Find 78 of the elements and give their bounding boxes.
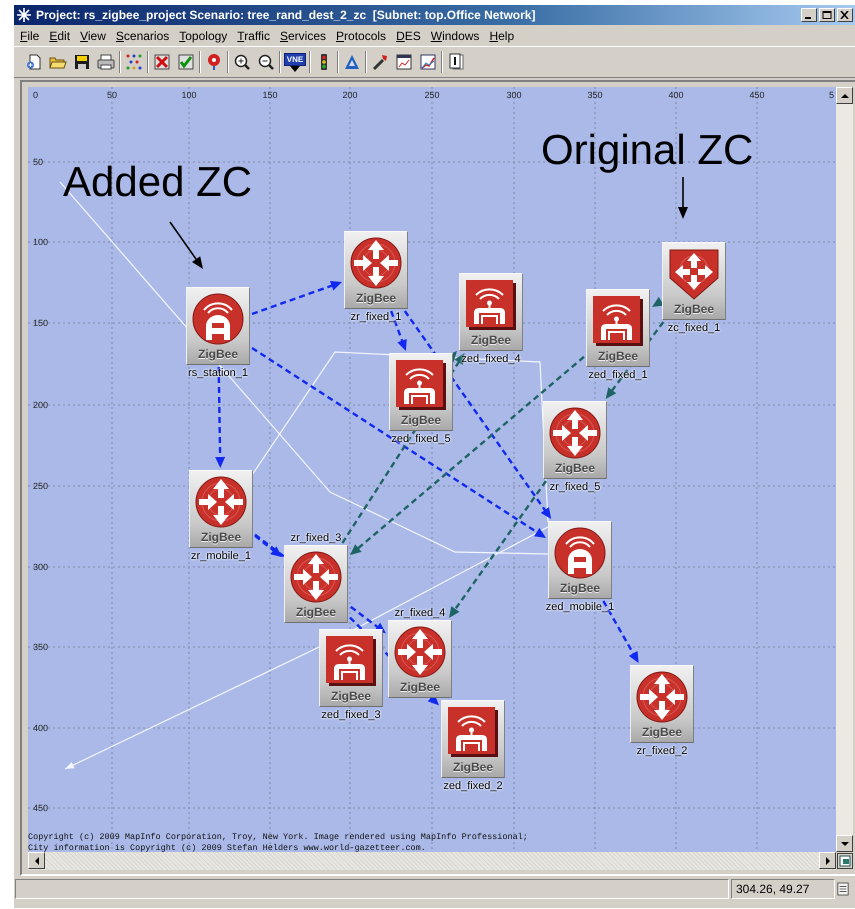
- brand-label: ZigBee: [356, 292, 396, 305]
- device-node[interactable]: ZigBee: [186, 287, 250, 365]
- ruler-label: 300: [33, 562, 48, 572]
- device-node[interactable]: ZigBee: [344, 231, 408, 309]
- vne-button[interactable]: VNE: [284, 52, 306, 66]
- ruler-label: 250: [424, 90, 440, 100]
- device-node[interactable]: ZigBee: [441, 700, 505, 778]
- window-title: Project: rs_zigbee_project Scenario: tree_rand_dest_2_zc [Subnet: top.Office Network]: [36, 8, 536, 22]
- ruler-label: 200: [33, 400, 48, 410]
- brand-label: ZigBee: [198, 348, 238, 361]
- device-node[interactable]: ZigBee: [630, 665, 694, 743]
- menu-item[interactable]: Edit: [44, 28, 76, 43]
- copyright-text: Copyright (c) 2009 MapInfo Corporation, Troy, New York. Image rendered using MapInfo Professional;: [28, 832, 528, 843]
- brand-label: ZigBee: [642, 726, 682, 739]
- node-label: zed_fixed_3: [321, 709, 381, 721]
- device-node[interactable]: ZigBee: [586, 289, 650, 367]
- brand-label: ZigBee: [598, 350, 638, 363]
- menu-item[interactable]: File: [15, 28, 44, 43]
- brand-label: ZigBee: [330, 690, 371, 703]
- device-node[interactable]: ZigBee: [543, 401, 607, 479]
- node-label: rs_station_1: [188, 367, 248, 379]
- ruler-label: 100: [33, 237, 48, 247]
- ruler-label: 250: [33, 481, 48, 491]
- brand-label: ZigBee: [560, 582, 600, 595]
- node-label: zr_fixed_1: [350, 311, 402, 323]
- annotation-text: Original ZC: [541, 127, 754, 173]
- node-label: zed_fixed_1: [588, 369, 648, 381]
- coordinates-readout: 304.26, 49.27: [731, 879, 835, 899]
- node-label: zr_fixed_2: [636, 745, 688, 757]
- device-node[interactable]: ZigBee: [319, 629, 383, 707]
- device-node[interactable]: ZigBee: [662, 242, 726, 320]
- node-label: zed_fixed_2: [443, 780, 503, 792]
- brand-label: ZigBee: [554, 462, 595, 475]
- menu-item[interactable]: DES: [391, 28, 426, 43]
- menu-item[interactable]: View: [75, 28, 111, 43]
- ruler-label: 100: [181, 90, 197, 100]
- node-label: zc_fixed_1: [668, 322, 720, 334]
- ruler-label: 50: [33, 157, 44, 167]
- brand-label: ZigBee: [400, 681, 440, 694]
- device-node[interactable]: ZigBee: [459, 273, 523, 351]
- device-node[interactable]: ZigBee: [389, 353, 453, 431]
- brand-label: ZigBee: [296, 606, 336, 619]
- node-label: zr_fixed_5: [550, 481, 600, 493]
- menu-item[interactable]: Scenarios: [110, 28, 174, 43]
- ruler-label: 400: [668, 90, 684, 100]
- node-label: zr_fixed_3: [290, 532, 342, 544]
- ruler-label: 50: [107, 90, 117, 100]
- ruler-label: 5: [829, 90, 834, 100]
- brand-label: ZigBee: [400, 414, 441, 427]
- brand-label: ZigBee: [452, 761, 493, 774]
- ruler-label: 450: [749, 90, 765, 100]
- brand-label: ZigBee: [674, 303, 714, 316]
- ruler-label: 150: [262, 90, 278, 100]
- copyright-text: City information is Copyright (c) 2009 Stefan Helders www.world-gazetteer.com.: [28, 843, 427, 852]
- ruler-label: 200: [342, 90, 358, 100]
- brand-label: ZigBee: [200, 531, 241, 544]
- node-label: zr_fixed_4: [394, 607, 446, 619]
- annotation-text: Added ZC: [63, 159, 252, 205]
- menu-item[interactable]: Windows: [426, 28, 484, 43]
- menu-item[interactable]: Help: [484, 28, 520, 43]
- menu-item[interactable]: Traffic: [232, 28, 275, 43]
- ruler-label: 0: [33, 90, 38, 100]
- ruler-label: 350: [587, 90, 603, 100]
- menu-item[interactable]: Topology: [174, 28, 232, 43]
- ruler-label: 450: [33, 803, 48, 813]
- brand-label: ZigBee: [470, 334, 511, 347]
- menu-item[interactable]: Protocols: [331, 28, 392, 43]
- ruler-label: 400: [33, 723, 48, 733]
- ruler-label: 300: [506, 90, 522, 100]
- menu-item[interactable]: Services: [274, 28, 332, 43]
- device-node[interactable]: ZigBee: [284, 545, 348, 623]
- device-node[interactable]: ZigBee: [548, 521, 612, 599]
- device-node[interactable]: ZigBee: [189, 470, 253, 548]
- node-label: zr_mobile_1: [191, 550, 251, 562]
- ruler-label: 350: [33, 642, 48, 652]
- device-node[interactable]: ZigBee: [388, 620, 452, 698]
- ruler-label: 150: [33, 318, 48, 328]
- node-label: zed_mobile_1: [546, 601, 614, 613]
